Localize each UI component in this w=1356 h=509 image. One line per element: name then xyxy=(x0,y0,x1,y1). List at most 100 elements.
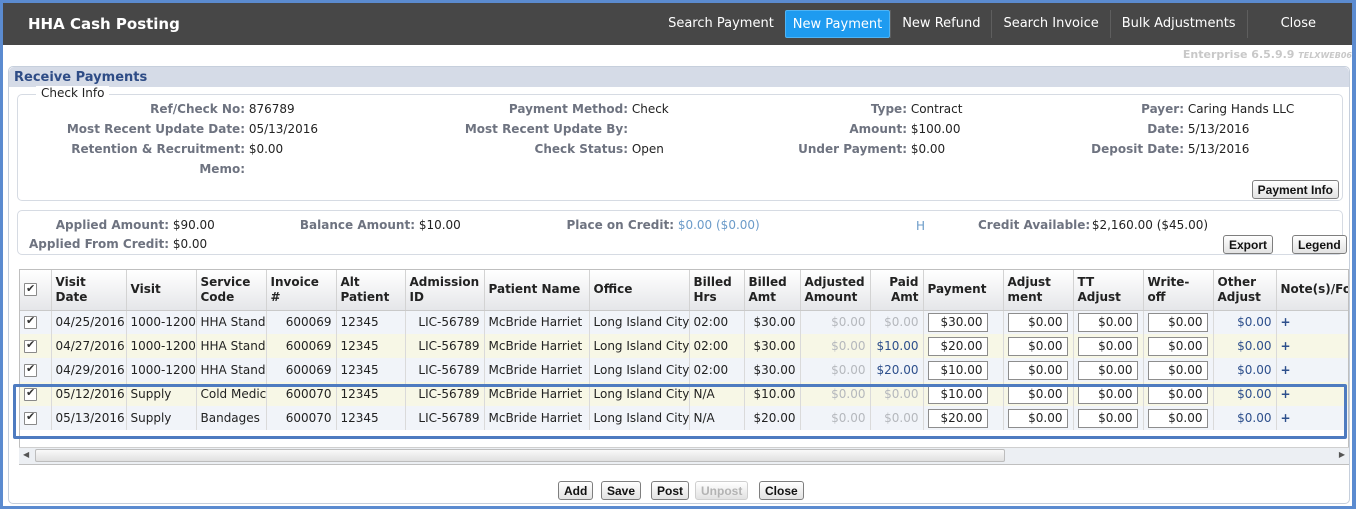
row-checkbox[interactable] xyxy=(24,362,37,377)
cell-alt-patient: 12345 xyxy=(336,382,406,406)
scrollbar-thumb[interactable] xyxy=(35,449,1005,462)
row-select-cell[interactable] xyxy=(20,334,52,358)
payment-input[interactable] xyxy=(927,336,988,356)
col-patient-name[interactable]: Patient Name xyxy=(484,270,590,311)
write-off-input[interactable] xyxy=(1147,360,1208,380)
adjustment-input[interactable] xyxy=(1007,384,1068,404)
scroll-left-icon[interactable]: ◀ xyxy=(23,450,29,459)
payment-input[interactable] xyxy=(927,312,988,332)
adjustment-input[interactable] xyxy=(1007,408,1068,428)
row-select-cell[interactable] xyxy=(20,310,52,334)
tt-adjust-input[interactable] xyxy=(1077,312,1138,332)
payment-input-cell xyxy=(923,310,1004,334)
col-adjusted-amount[interactable]: Adjusted Amount xyxy=(800,270,871,311)
col-tt-adjust[interactable]: TT Adjust xyxy=(1073,270,1144,311)
scroll-right-icon[interactable]: ▶ xyxy=(1339,450,1345,459)
place-on-credit-value[interactable]: $0.00 ($0.00) xyxy=(678,218,760,232)
version-number: Enterprise 6.5.9.9 xyxy=(1182,48,1295,61)
row-select-cell[interactable] xyxy=(20,358,52,382)
col-service-code[interactable]: Service Code xyxy=(196,270,267,311)
select-all-checkbox[interactable] xyxy=(24,281,37,297)
tt-adjust-input[interactable] xyxy=(1077,336,1138,356)
cell-notes: + xyxy=(1276,358,1348,382)
cell-patient-name: McBride Harriet xyxy=(484,334,590,358)
cell-paid-amt: $0.00 xyxy=(870,382,924,406)
col-billed-hrs[interactable]: Billed Hrs xyxy=(689,270,745,311)
col-paid-amt[interactable]: Paid Amt xyxy=(870,270,924,311)
row-checkbox[interactable] xyxy=(24,314,37,330)
save-button[interactable]: Save xyxy=(601,481,642,500)
table-row[interactable]: 04/29/20161000-1200HHA Stand60006912345L… xyxy=(20,358,1348,382)
add-note-icon[interactable]: + xyxy=(1281,363,1291,377)
table-row[interactable]: 04/25/20161000-1200HHA Stand60006912345L… xyxy=(20,310,1348,334)
close-button[interactable]: Close xyxy=(759,481,804,500)
table-row[interactable]: 05/13/2016SupplyBandages60007012345LIC-5… xyxy=(20,406,1348,430)
col-billed-amt[interactable]: Billed Amt xyxy=(744,270,801,311)
payment-input[interactable] xyxy=(927,360,988,380)
grid-header-row: Visit Date Visit Service Code Invoice # … xyxy=(20,270,1348,311)
payment-input[interactable] xyxy=(927,408,988,428)
nav-search-payment[interactable]: Search Payment xyxy=(657,10,785,38)
cell-patient-name: McBride Harriet xyxy=(484,310,590,334)
row-checkbox[interactable] xyxy=(24,410,37,425)
row-checkbox[interactable] xyxy=(24,338,37,353)
row-select-cell[interactable] xyxy=(20,406,52,430)
horizontal-scrollbar[interactable]: ◀ ▶ xyxy=(19,447,1349,464)
nav-close[interactable]: Close xyxy=(1246,10,1352,38)
add-note-icon[interactable]: + xyxy=(1281,387,1291,401)
nav-search-invoice[interactable]: Search Invoice xyxy=(991,10,1109,38)
write-off-input[interactable] xyxy=(1147,336,1208,356)
post-button[interactable]: Post xyxy=(651,481,690,500)
tt-adjust-input-cell xyxy=(1073,334,1144,358)
nav-new-refund[interactable]: New Refund xyxy=(890,10,991,38)
table-row[interactable]: 05/12/2016SupplyCold Medici60007012345LI… xyxy=(20,382,1348,406)
tt-adjust-input[interactable] xyxy=(1077,384,1138,404)
nav-new-payment[interactable]: New Payment xyxy=(784,10,891,38)
check-info-legend: Check Info xyxy=(36,86,110,100)
write-off-input[interactable] xyxy=(1147,408,1208,428)
write-off-input[interactable] xyxy=(1147,312,1208,332)
col-invoice[interactable]: Invoice # xyxy=(266,270,337,311)
col-notes[interactable]: Note(s)/Fo xyxy=(1276,270,1348,311)
cell-office: Long Island City xyxy=(589,334,690,358)
col-visit[interactable]: Visit xyxy=(126,270,197,311)
adjustment-input-cell xyxy=(1003,334,1074,358)
write-off-input[interactable] xyxy=(1147,384,1208,404)
export-button[interactable]: Export xyxy=(1223,235,1274,254)
credit-available-value: $2,160.00 ($45.00) xyxy=(1091,218,1209,232)
select-all-header[interactable] xyxy=(20,270,52,311)
applied-amount-value: $90.00 xyxy=(172,218,215,232)
add-note-icon[interactable]: + xyxy=(1281,411,1291,425)
col-adjustment[interactable]: Adjust ment xyxy=(1003,270,1074,311)
cell-invoice: 600069 xyxy=(266,310,337,334)
h-link[interactable]: H xyxy=(916,219,925,233)
type-label: Type: xyxy=(870,102,907,116)
row-checkbox[interactable] xyxy=(24,386,37,401)
col-office[interactable]: Office xyxy=(589,270,690,311)
col-alt-patient[interactable]: Alt Patient xyxy=(336,270,406,311)
add-note-icon[interactable]: + xyxy=(1281,339,1291,353)
table-row[interactable]: 04/27/20161000-1200HHA Stand60006912345L… xyxy=(20,334,1348,358)
tt-adjust-input[interactable] xyxy=(1077,408,1138,428)
add-button[interactable]: Add xyxy=(558,481,594,500)
adjustment-input[interactable] xyxy=(1007,360,1068,380)
legend-button[interactable]: Legend xyxy=(1292,235,1347,254)
col-other-adjust[interactable]: Other Adjust xyxy=(1213,270,1277,311)
cell-alt-patient: 12345 xyxy=(336,358,406,382)
credit-available: Credit Available: $2,160.00 ($45.00) xyxy=(978,218,1208,232)
nav-bulk-adjustments[interactable]: Bulk Adjustments xyxy=(1109,10,1247,38)
adjustment-input[interactable] xyxy=(1007,312,1068,332)
adjustment-input[interactable] xyxy=(1007,336,1068,356)
row-select-cell[interactable] xyxy=(20,382,52,406)
tt-adjust-input[interactable] xyxy=(1077,360,1138,380)
grid-body: 04/25/20161000-1200HHA Stand60006912345L… xyxy=(20,310,1348,430)
cell-invoice: 600069 xyxy=(266,334,337,358)
add-note-icon[interactable]: + xyxy=(1281,315,1291,329)
payment-input[interactable] xyxy=(927,384,988,404)
col-admission-id[interactable]: Admission ID xyxy=(405,270,485,311)
payment-info-button[interactable]: Payment Info xyxy=(1251,180,1339,199)
col-write-off[interactable]: Write- off xyxy=(1143,270,1214,311)
retention: Retention & Recruitment: $0.00 xyxy=(18,142,283,156)
col-visit-date[interactable]: Visit Date xyxy=(51,270,127,311)
col-payment[interactable]: Payment xyxy=(923,270,1004,311)
